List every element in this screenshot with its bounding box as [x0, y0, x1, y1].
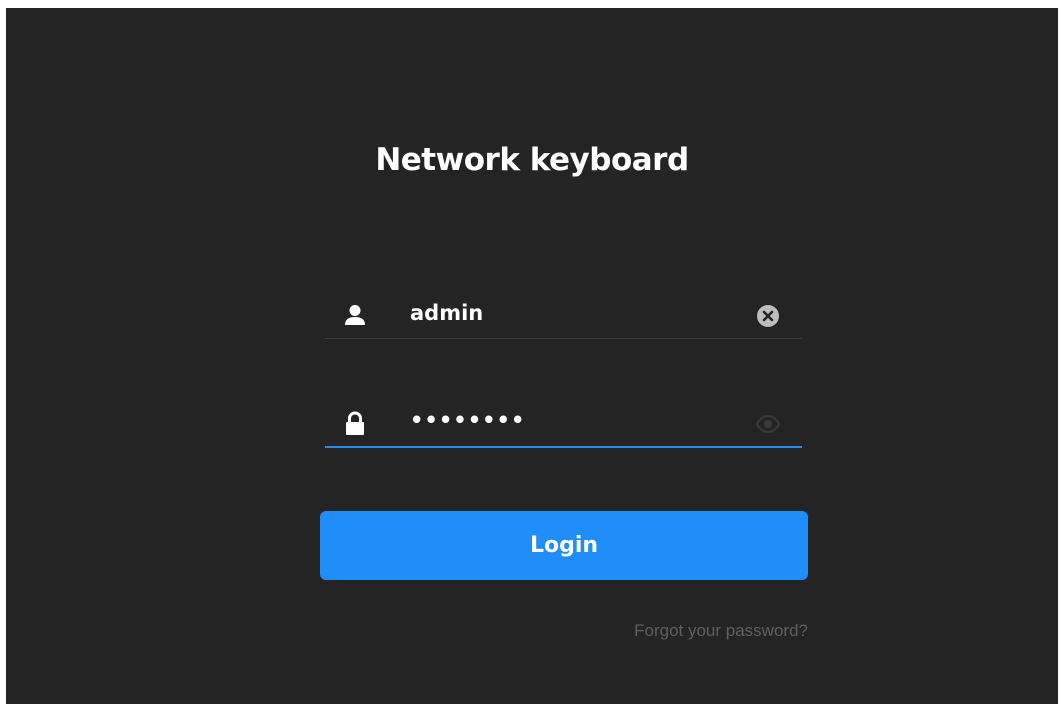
- user-icon: [345, 305, 365, 325]
- password-input[interactable]: ••••••••: [410, 408, 740, 432]
- lock-icon: [346, 411, 364, 435]
- forgot-password-link[interactable]: Forgot your password?: [634, 621, 808, 641]
- eye-icon[interactable]: [756, 412, 780, 436]
- username-field[interactable]: [325, 292, 802, 339]
- password-field[interactable]: ••••••••: [325, 400, 802, 448]
- login-button[interactable]: Login: [320, 511, 808, 580]
- clear-icon[interactable]: [756, 304, 780, 328]
- username-input[interactable]: [410, 301, 740, 325]
- login-screen: Network keyboard •••••••• Login Forgot y…: [6, 8, 1058, 704]
- page-title: Network keyboard: [375, 142, 689, 178]
